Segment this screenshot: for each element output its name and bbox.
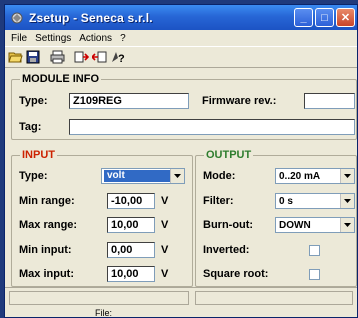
menu-actions[interactable]: Actions	[75, 33, 116, 44]
min-input-unit: V	[161, 244, 169, 256]
open-icon[interactable]	[7, 49, 23, 65]
filter-value: 0 s	[279, 195, 293, 207]
filter-select[interactable]: 0 s	[275, 193, 355, 209]
max-range-unit: V	[161, 219, 169, 231]
close-icon: ✕	[340, 12, 351, 24]
square-root-label: Square root:	[203, 268, 269, 280]
read-icon[interactable]	[73, 49, 89, 65]
title-bar[interactable]: Zsetup - Seneca s.r.l. _ □ ✕	[5, 5, 357, 30]
app-icon	[9, 10, 25, 26]
input-title: INPUT	[20, 149, 57, 161]
menu-settings[interactable]: Settings	[31, 33, 75, 44]
square-root-checkbox[interactable]	[309, 269, 320, 280]
filter-label: Filter:	[203, 195, 234, 207]
write-icon[interactable]	[91, 49, 107, 65]
tag-field[interactable]	[69, 119, 355, 135]
status-pane-left	[9, 291, 189, 305]
burnout-select[interactable]: DOWN	[275, 217, 355, 233]
min-range-field[interactable]: -10,00	[107, 193, 155, 209]
minimize-button[interactable]: _	[294, 8, 313, 27]
firmware-field[interactable]	[304, 93, 355, 109]
min-range-label: Min range:	[19, 195, 75, 207]
chevron-down-icon[interactable]	[340, 194, 354, 208]
status-file-label: File:	[95, 308, 113, 318]
menu-help[interactable]: ?	[116, 33, 130, 44]
max-input-unit: V	[161, 268, 169, 280]
chevron-down-icon[interactable]	[340, 218, 354, 232]
input-type-select[interactable]: volt	[101, 168, 185, 184]
inverted-label: Inverted:	[203, 244, 250, 256]
status-pane-right	[195, 291, 353, 305]
maximize-button[interactable]: □	[315, 8, 334, 27]
type-label: Type:	[19, 95, 48, 107]
max-range-label: Max range:	[19, 219, 78, 231]
menu-bar: File Settings Actions ?	[5, 30, 357, 46]
max-input-label: Max input:	[19, 268, 74, 280]
burnout-value: DOWN	[279, 219, 311, 231]
menu-file[interactable]: File	[7, 33, 31, 44]
chevron-down-icon[interactable]	[340, 169, 354, 183]
firmware-label: Firmware rev.:	[202, 95, 277, 107]
status-bar: File:	[5, 287, 357, 317]
module-info-title: MODULE INFO	[20, 73, 101, 85]
chevron-down-icon[interactable]	[170, 169, 184, 183]
help-icon[interactable]: ?	[109, 49, 125, 65]
min-input-label: Min input:	[19, 244, 72, 256]
svg-text:?: ?	[118, 53, 125, 64]
input-type-label: Type:	[19, 170, 48, 182]
mode-select[interactable]: 0..20 mA	[275, 168, 355, 184]
tag-label: Tag:	[19, 121, 42, 133]
app-window: Zsetup - Seneca s.r.l. _ □ ✕ File Settin…	[4, 4, 358, 318]
input-type-value: volt	[104, 170, 170, 182]
max-range-field[interactable]: 10,00	[107, 217, 155, 233]
minimize-icon: _	[300, 11, 307, 24]
close-button[interactable]: ✕	[336, 8, 355, 27]
save-icon[interactable]	[25, 49, 41, 65]
maximize-icon: □	[321, 11, 328, 24]
min-input-field[interactable]: 0,00	[107, 242, 155, 258]
burnout-label: Burn-out:	[203, 219, 254, 231]
print-icon[interactable]	[49, 49, 65, 65]
inverted-checkbox[interactable]	[309, 245, 320, 256]
mode-label: Mode:	[203, 170, 236, 182]
mode-value: 0..20 mA	[279, 170, 321, 182]
toolbar: ?	[5, 46, 357, 68]
module-type-field[interactable]: Z109REG	[69, 93, 189, 109]
output-title: OUTPUT	[204, 149, 254, 161]
min-range-unit: V	[161, 195, 169, 207]
max-input-field[interactable]: 10,00	[107, 266, 155, 282]
window-title: Zsetup - Seneca s.r.l.	[29, 10, 153, 25]
